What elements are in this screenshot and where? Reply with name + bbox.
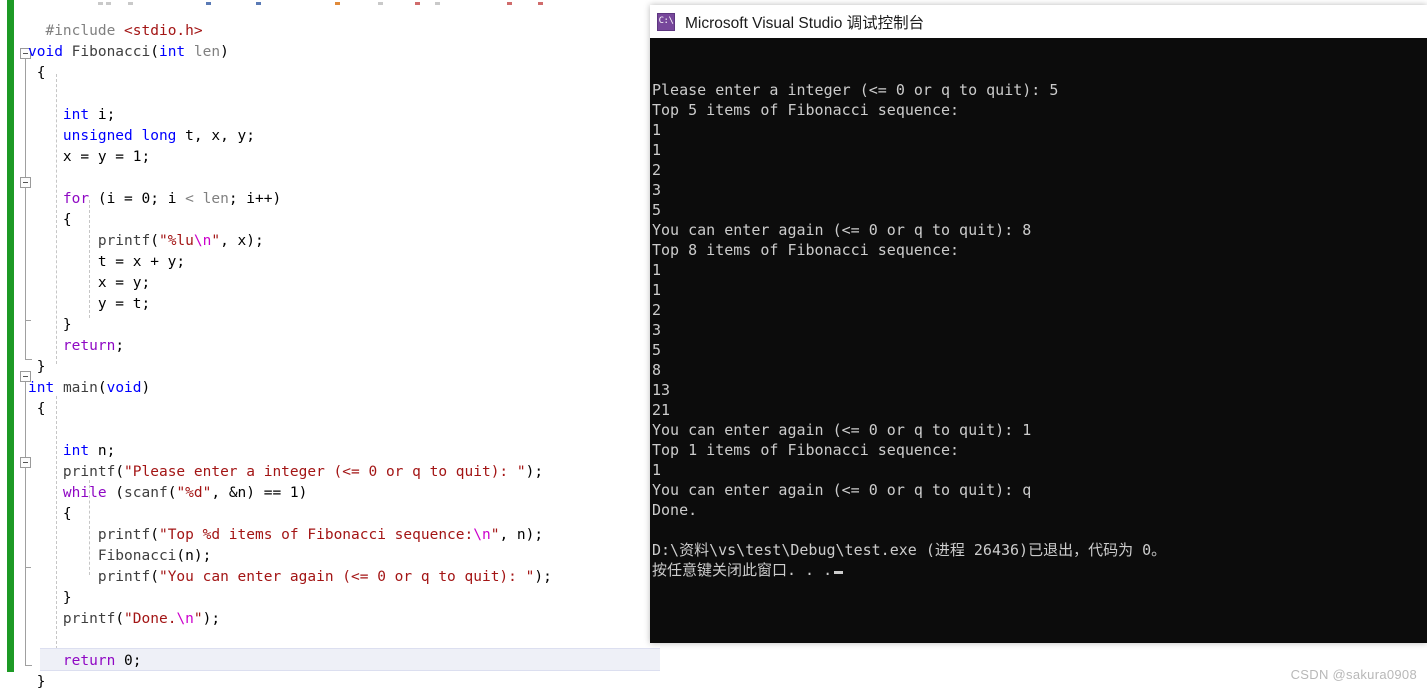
code-line: y = t; [28,296,151,312]
console-title-bar[interactable]: C:\ Microsoft Visual Studio 调试控制台 [650,5,1427,38]
code-line: int n; [62,443,116,459]
console-line: 2 [652,161,662,179]
code-line: printf("Please enter a integer (<= 0 or … [62,464,544,480]
console-line: 1 [652,261,662,279]
console-line: Done. [652,501,698,519]
unsaved-changes-indicator-bar [7,0,14,672]
code-line: printf("You can enter again (<= 0 or q t… [97,569,552,585]
code-line: printf("%lu\n", x); [97,233,264,249]
console-line: 5 [652,201,662,219]
console-line: 1 [652,281,662,299]
console-line: Please enter a integer (<= 0 or q to qui… [652,81,1059,99]
console-line: Top 8 items of Fibonacci sequence: [652,241,960,259]
console-last-line: 按任意键关闭此窗口. . . [652,560,1427,580]
code-line: void Fibonacci(int len) [28,44,229,60]
code-line: for (i = 0; i < len; i++) [62,191,282,207]
console-line: You can enter again (<= 0 or q to quit):… [652,221,1032,239]
console-line: 1 [652,121,662,139]
console-last-line-text: 按任意键关闭此窗口. . . [652,561,833,579]
console-line: 3 [652,181,662,199]
console-line: Top 5 items of Fibonacci sequence: [652,101,960,119]
console-output-text: Please enter a integer (<= 0 or q to qui… [652,40,1427,620]
code-line: } [36,359,46,375]
console-line: 3 [652,321,662,339]
code-line: t = x + y; [28,254,186,270]
console-line: 13 [652,381,671,399]
code-line: } [36,674,46,688]
code-line: printf("Top %d items of Fibonacci sequen… [97,527,544,543]
console-line: 5 [652,341,662,359]
console-line: 2 [652,301,662,319]
console-line: You can enter again (<= 0 or q to quit):… [652,481,1032,499]
code-line: return; [62,338,125,354]
watermark: CSDN @sakura0908 [1290,667,1417,682]
console-title-text: Microsoft Visual Studio 调试控制台 [685,14,925,32]
code-line: x = y; [28,275,151,291]
console-line: 1 [652,461,662,479]
code-line: #include <stdio.h> [45,23,203,39]
code-line: { [36,65,46,81]
console-line: Top 1 items of Fibonacci sequence: [652,441,960,459]
console-line: D:\资料\vs\test\Debug\test.exe (进程 26436)已… [652,541,1167,559]
fold-bracket-line [25,468,26,567]
fold-bracket-line [25,188,26,320]
code-line: printf("Done.\n"); [62,611,221,627]
debug-console-window[interactable]: C:\ Microsoft Visual Studio 调试控制台 Please… [650,5,1427,643]
code-line: x = y = 1; [28,149,151,165]
source-code-text[interactable]: #include <stdio.h> void Fibonacci(int len… [28,0,552,688]
code-line: int i; [62,107,116,123]
code-line: while (scanf("%d", &n) == 1) [62,485,308,501]
code-line: Fibonacci(n); [97,548,212,564]
code-line: { [62,212,72,228]
code-line: unsigned long t, x, y; [62,128,255,144]
code-editor-pane[interactable]: #include <stdio.h> void Fibonacci(int len… [0,0,660,688]
code-line: { [62,506,72,522]
code-line: } [62,317,72,333]
code-line: int main(void) [28,380,151,396]
code-line: return 0; [62,653,142,669]
console-cmd-icon: C:\ [657,12,675,31]
console-output-area[interactable]: Please enter a integer (<= 0 or q to qui… [650,38,1427,643]
code-line: } [62,590,72,606]
console-line: You can enter again (<= 0 or q to quit):… [652,421,1032,439]
console-line: 21 [652,401,671,419]
console-line: 8 [652,361,662,379]
console-icon-label: C:\ [658,16,674,26]
console-cursor [834,571,844,574]
code-line: { [36,401,46,417]
console-line: 1 [652,141,662,159]
